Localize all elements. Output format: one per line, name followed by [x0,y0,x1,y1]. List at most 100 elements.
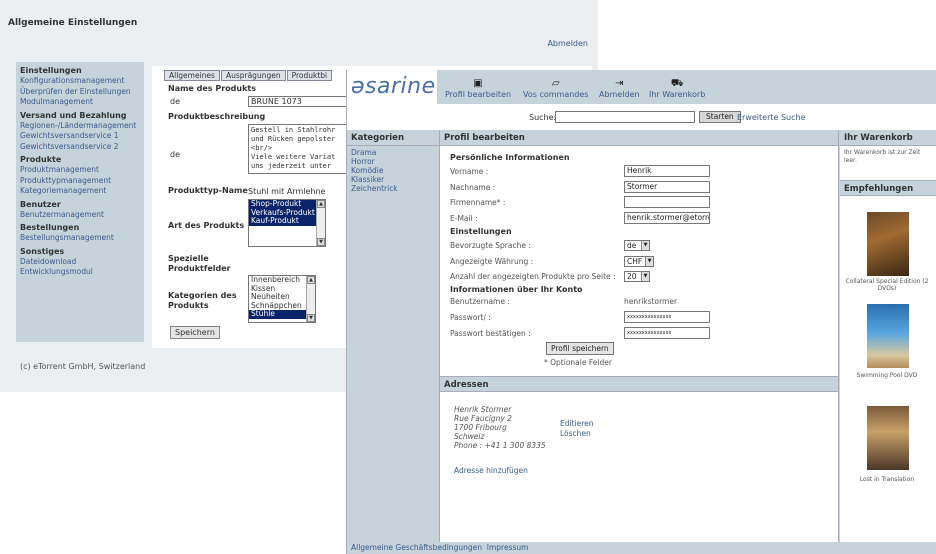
special-fields-label: Spezielle Produktfelder [168,254,231,273]
scroll-up-icon[interactable]: ▲ [307,276,315,284]
sidebar-item-produkttypmanagement[interactable]: Produkttypmanagement [20,176,140,187]
password-field[interactable]: xxxxxxxxxxxxxxx [624,311,710,323]
lastname-input[interactable]: Stormer [624,181,710,193]
product-desc-textarea[interactable]: Gestell in Stahlrohr und Rücken gepolste… [248,124,348,174]
right-column: Ihr Warenkorb Ihr Warenkorb ist zur Zeit… [840,130,936,542]
save-button[interactable]: Speichern [170,326,220,339]
nav-logout[interactable]: ⇥ Abmelden [599,78,640,99]
firstname-input[interactable]: Henrik [624,165,710,177]
product-kind-label: Art des Produkts [168,221,245,230]
shop-logo[interactable]: əsarine [351,74,436,99]
list-item[interactable]: Kauf-Produkt [249,216,325,226]
sidebar-item-benutzermanagement[interactable]: Benutzermanagement [20,210,140,221]
nav-profile[interactable]: ▣ Profil bearbeiten [445,78,511,99]
scrollbar[interactable]: ▲ ▼ [306,276,315,322]
admin-logout-link[interactable]: Abmelden [547,39,588,48]
company-input[interactable] [624,196,710,208]
tab-allgemeines[interactable]: Allgemeines [164,70,220,81]
orders-icon: ▱ [551,78,560,89]
company-label: Firmenname* : [450,198,506,207]
cart-icon: ⛟ [670,78,684,89]
product-type-value: Stuhl mit Armlehne [248,187,326,196]
sidebar-item-regionen[interactable]: Regionen-/Ländermanagement [20,121,140,132]
address-line: Rue Faucigny 2 [454,414,512,423]
address-line: Schweiz [454,432,485,441]
product-name-input[interactable]: BRUNE 1073 [248,96,348,107]
sidebar-section: Sonstiges [20,246,65,256]
categories-label: Kategorien des Produkts [168,291,237,310]
scrollbar[interactable]: ▲ ▼ [316,200,325,246]
search-label: Suche: [529,113,557,122]
profile-card-icon: ▣ [473,78,483,89]
dvd-caption[interactable]: Collateral Special Edition (2 DVDs) [840,278,934,292]
cart-title: Ihr Warenkorb [840,130,936,146]
sidebar-item-kategoriemanagement[interactable]: Kategoriemanagement [20,186,140,197]
advanced-search-link[interactable]: Erweiterte Suche [737,113,806,122]
language-select[interactable]: de ▼ [624,240,650,251]
firstname-label: Vorname : [450,167,489,176]
category-komoedie[interactable]: Komödie [347,166,439,175]
language-value: de [627,241,637,250]
product-desc-label: Produktbeschreibung [168,112,266,121]
sidebar-section: Bestellungen [20,223,80,232]
scroll-down-icon[interactable]: ▼ [307,314,315,322]
nav-label: Abmelden [599,90,640,99]
category-klassiker[interactable]: Klassiker [347,175,439,184]
sidebar-item-einstellungen-pruefen[interactable]: Überprüfen der Einstellungen [20,87,140,98]
nav-cart[interactable]: ⛟ Ihr Warenkorb [649,78,705,99]
products-per-page-select[interactable]: 20 ▼ [624,271,650,282]
dvd-caption[interactable]: Lost in Translation [840,476,934,483]
product-kind-listbox[interactable]: Shop-Produkt Verkaufs-Produkt Kauf-Produ… [248,199,326,247]
password-label: Passwort/ : [450,313,491,322]
tab-auspraegungen[interactable]: Ausprägungen [220,70,286,81]
chevron-down-icon: ▼ [641,272,649,281]
personal-info-title: Persönliche Informationen [450,153,570,162]
sidebar-item-gewichtsversand-1[interactable]: Gewichtsversandservice 1 [20,131,140,142]
save-profile-button[interactable]: Profil speichern [546,342,614,355]
imprint-link[interactable]: Impressum [487,543,529,552]
sidebar-item-entwicklungsmodul[interactable]: Entwicklungsmodul [20,267,140,278]
sidebar-item-modulmanagement[interactable]: Modulmanagement [20,97,140,108]
tab-produktbilder[interactable]: Produktbi [286,70,333,81]
dvd-cover-lost-in-translation[interactable] [867,406,909,470]
username-value: henrikstormer [624,297,678,306]
nav-orders[interactable]: ▱ Vos commandes [523,78,588,99]
add-address-link[interactable]: Adresse hinzufügen [454,466,528,475]
scroll-down-icon[interactable]: ▼ [317,238,325,246]
admin-footer: (c) eTorrent GmbH, Switzerland [20,362,146,371]
category-horror[interactable]: Horror [347,157,439,166]
category-zeichentrick[interactable]: Zeichentrick [347,184,439,193]
addresses-section: Henrik Stormer Rue Faucigny 2 1700 Fribo… [440,392,838,532]
sidebar-item-gewichtsversand-2[interactable]: Gewichtsversandservice 2 [20,142,140,153]
account-info-title: Informationen über Ihr Konto [450,285,583,294]
sidebar-item-konfigurationsmanagement[interactable]: Konfigurationsmanagement [20,76,140,87]
admin-title: Allgemeine Einstellungen [8,18,138,28]
scroll-up-icon[interactable]: ▲ [317,200,325,208]
sidebar-item-produktmanagement[interactable]: Produktmanagement [20,165,140,176]
product-categories-listbox[interactable]: Innenbereich Kissen Neuheiten Schnäppche… [248,275,316,323]
top-nav: ▣ Profil bearbeiten ▱ Vos commandes ⇥ Ab… [437,70,936,104]
product-name-lang: de [170,97,180,106]
confirm-password-field[interactable]: xxxxxxxxxxxxxxx [624,327,710,339]
dvd-caption[interactable]: Swimming Pool DVD [840,372,934,379]
currency-value: CHF [627,257,643,266]
dvd-cover-swimming-pool[interactable] [867,304,909,368]
sidebar-item-dateidownload[interactable]: Dateidownload [20,257,140,268]
optional-fields-note: * Optionale Felder [544,358,612,367]
currency-select[interactable]: CHF ▼ [624,256,654,267]
product-desc-lang: de [170,150,180,159]
address-line: 1700 Fribourg [454,423,507,432]
terms-link[interactable]: Allgemeine Geschäftsbedingungen [351,543,482,552]
categories-title: Kategorien [347,130,439,146]
delete-address-link[interactable]: Löschen [560,429,591,438]
search-input[interactable] [555,111,695,123]
nav-label: Profil bearbeiten [445,90,512,99]
category-drama[interactable]: Drama [347,148,439,157]
edit-address-link[interactable]: Editieren [560,419,594,428]
search-button[interactable]: Starten [699,111,741,123]
email-field[interactable]: henrik.stormer@etorren [624,212,710,224]
dvd-cover-collateral[interactable] [867,212,909,276]
addresses-title: Adressen [440,376,838,392]
chevron-down-icon: ▼ [641,241,649,250]
sidebar-item-bestellungsmanagement[interactable]: Bestellungsmanagement [20,233,140,244]
